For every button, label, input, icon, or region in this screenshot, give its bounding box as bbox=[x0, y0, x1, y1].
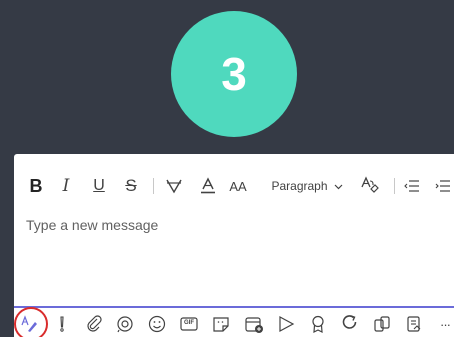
update-button[interactable] bbox=[340, 314, 360, 334]
compose-actions-toolbar: GIF ··· bbox=[14, 307, 454, 337]
praise-icon bbox=[312, 315, 324, 334]
message-composer: B I U S AA Paragraph Type a new message … bbox=[14, 154, 454, 337]
highlight-icon bbox=[166, 179, 182, 194]
font-color-icon bbox=[201, 177, 215, 194]
toolbar-divider bbox=[394, 178, 395, 194]
increase-indent-icon bbox=[435, 180, 450, 192]
font-size-button[interactable]: AA bbox=[227, 172, 249, 200]
sticker-icon bbox=[213, 317, 229, 332]
font-size-icon: AA bbox=[229, 178, 247, 194]
format-toolbar: B I U S AA Paragraph bbox=[14, 172, 454, 200]
decrease-indent-icon bbox=[404, 180, 419, 192]
step-number-badge: 3 bbox=[171, 11, 297, 137]
important-icon bbox=[60, 316, 64, 332]
loop-icon bbox=[117, 316, 133, 333]
paragraph-label: Paragraph bbox=[271, 179, 328, 193]
increase-indent-button[interactable] bbox=[434, 172, 452, 200]
stream-icon bbox=[279, 315, 295, 333]
gif-label: GIF bbox=[184, 320, 194, 326]
italic-button[interactable]: I bbox=[59, 172, 73, 200]
step-number: 3 bbox=[221, 48, 247, 100]
clear-formatting-icon bbox=[361, 176, 379, 193]
format-icon bbox=[21, 315, 37, 332]
important-button[interactable] bbox=[52, 314, 72, 334]
bold-button[interactable]: B bbox=[29, 172, 43, 200]
emoji-button[interactable] bbox=[147, 314, 167, 334]
gif-button[interactable]: GIF bbox=[179, 314, 199, 334]
chevron-down-icon bbox=[334, 184, 342, 189]
more-icon: ··· bbox=[440, 316, 451, 332]
input-focus-underline bbox=[14, 306, 454, 308]
apps-button[interactable] bbox=[372, 314, 392, 334]
praise-button[interactable] bbox=[308, 314, 328, 334]
paragraph-style-dropdown[interactable]: Paragraph bbox=[268, 172, 346, 200]
apps-icon bbox=[374, 316, 390, 332]
schedule-meeting-icon bbox=[245, 317, 263, 333]
message-input[interactable]: Type a new message bbox=[26, 217, 158, 233]
font-color-button[interactable] bbox=[198, 172, 218, 200]
underline-button[interactable]: U bbox=[92, 172, 106, 200]
screenshot-stage: 3 B I U S AA Paragraph Type a new messag… bbox=[0, 0, 454, 337]
stream-button[interactable] bbox=[276, 314, 296, 334]
attach-icon bbox=[87, 315, 102, 332]
sticker-button[interactable] bbox=[211, 314, 231, 334]
decrease-indent-button[interactable] bbox=[403, 172, 421, 200]
highlight-button[interactable] bbox=[164, 172, 184, 200]
format-button[interactable] bbox=[20, 314, 40, 334]
more-options-button[interactable]: ··· bbox=[436, 314, 454, 334]
approvals-icon bbox=[407, 316, 421, 332]
approvals-button[interactable] bbox=[404, 314, 424, 334]
toolbar-divider bbox=[153, 178, 154, 194]
loop-button[interactable] bbox=[115, 314, 135, 334]
clear-formatting-button[interactable] bbox=[360, 172, 380, 200]
attach-button[interactable] bbox=[84, 314, 104, 334]
schedule-meeting-button[interactable] bbox=[244, 314, 264, 334]
emoji-icon bbox=[148, 315, 166, 333]
update-icon bbox=[342, 315, 357, 329]
strikethrough-button[interactable]: S bbox=[124, 172, 138, 200]
